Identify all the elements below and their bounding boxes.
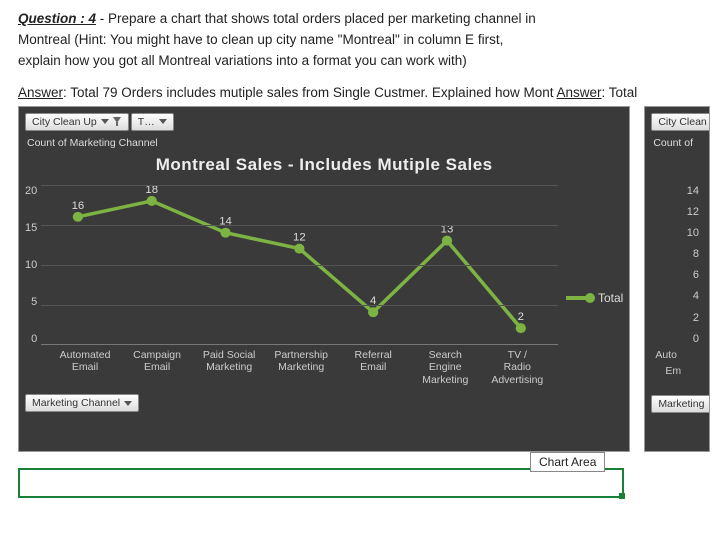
x-axis: AutomatedEmailCampaignEmailPaid SocialMa… <box>49 345 553 387</box>
answer-text-2: : Total <box>602 85 638 100</box>
chevron-down-icon <box>159 119 167 124</box>
side-chart-card[interactable]: City Clean Count of 14121086420 Auto Em … <box>644 106 710 452</box>
question-label: Question : 4 <box>18 11 96 26</box>
x-tick: AutomatedEmail <box>49 345 121 387</box>
question-text-l1: - Prepare a chart that shows total order… <box>96 11 536 26</box>
legend[interactable]: Total <box>566 251 623 345</box>
side-y-axis: 14121086420 <box>651 185 703 345</box>
y-axis: 20151050 <box>25 185 41 345</box>
svg-text:12: 12 <box>293 231 306 243</box>
main-chart-card[interactable]: City Clean Up T… Count of Marketing Chan… <box>18 106 630 452</box>
selected-cell[interactable] <box>18 468 624 498</box>
side-marketing-channel-label: Marketing <box>658 398 704 410</box>
answer-text: : Total 79 Orders includes mutiple sales… <box>63 85 557 100</box>
side-city-filter-label: City Clean <box>658 116 706 128</box>
chevron-down-icon <box>101 119 109 124</box>
answer-label-2: Answer <box>557 85 602 100</box>
question-text-l2: Montreal (Hint: You might have to clean … <box>18 31 710 50</box>
secondary-filter-label: T… <box>138 116 155 128</box>
legend-swatch-icon <box>566 296 592 300</box>
x-tick: ReferralEmail <box>337 345 409 387</box>
answer-label: Answer <box>18 85 63 100</box>
funnel-icon <box>113 117 122 126</box>
marketing-channel-button[interactable]: Marketing Channel <box>25 394 139 412</box>
side-count-label: Count of <box>653 137 701 149</box>
x-tick: PartnershipMarketing <box>265 345 337 387</box>
x-tick: Search EngineMarketing <box>409 345 481 387</box>
marketing-channel-label: Marketing Channel <box>32 397 120 409</box>
city-filter-button[interactable]: City Clean Up <box>25 113 129 131</box>
plot-area[interactable]: 161814124132 <box>41 185 558 345</box>
chevron-down-icon <box>124 401 132 406</box>
legend-label: Total <box>598 291 623 305</box>
x-tick: TV /Radio Advertising <box>481 345 553 387</box>
side-marketing-channel-button[interactable]: Marketing <box>651 395 710 413</box>
x-tick: Paid SocialMarketing <box>193 345 265 387</box>
side-x-label-0: Auto <box>651 349 703 361</box>
side-x-label-1: Em <box>651 365 703 377</box>
secondary-filter-button[interactable]: T… <box>131 113 174 131</box>
chart-title: Montreal Sales - Includes Mutiple Sales <box>25 155 623 175</box>
city-filter-label: City Clean Up <box>32 116 97 128</box>
side-city-filter-button[interactable]: City Clean <box>651 113 710 131</box>
question-text-l3: explain how you got all Montreal variati… <box>18 52 710 71</box>
count-of-label: Count of Marketing Channel <box>27 137 621 149</box>
x-tick: CampaignEmail <box>121 345 193 387</box>
svg-text:16: 16 <box>72 200 85 212</box>
chart-area-tooltip: Chart Area <box>530 452 605 472</box>
svg-text:2: 2 <box>518 311 524 323</box>
